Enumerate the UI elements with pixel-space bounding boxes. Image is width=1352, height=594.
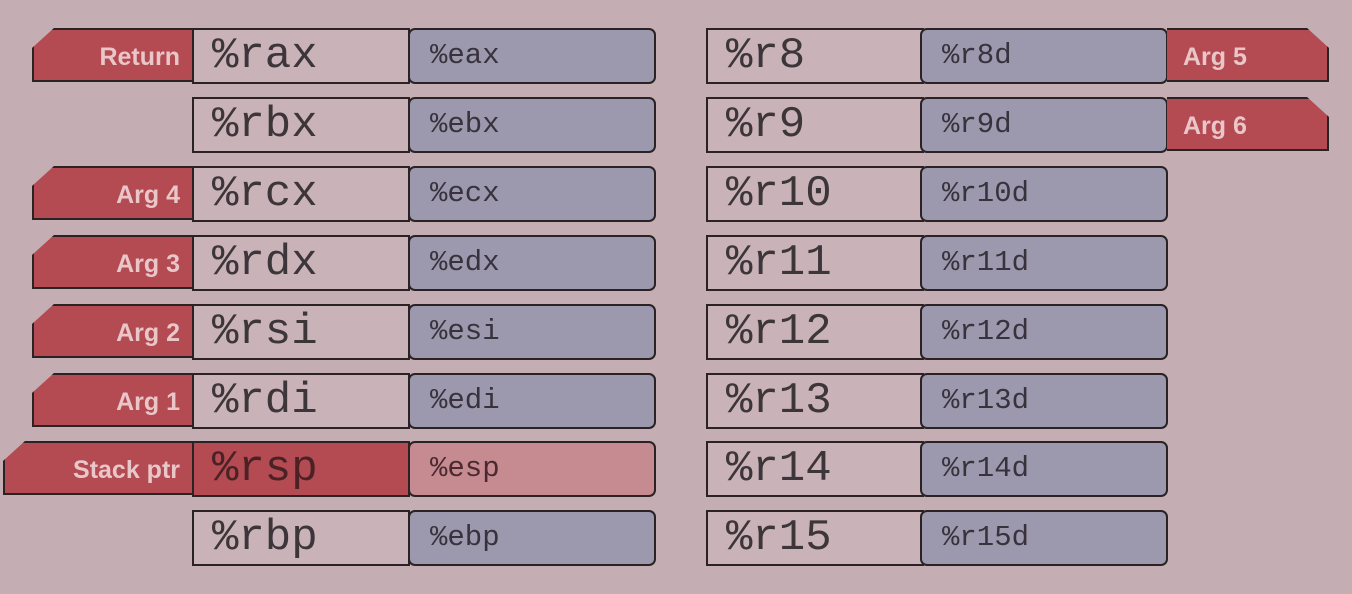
role-tag-arg6: Arg 6: [1167, 97, 1329, 151]
register-32-r11d: %r11d: [920, 235, 1168, 291]
register-row-r13: %r13 %r13d: [0, 373, 1340, 429]
register-64-r11: %r11: [706, 235, 924, 291]
register-row-r11: %r11 %r11d: [0, 235, 1340, 291]
register-64-r12: %r12: [706, 304, 924, 360]
register-diagram: Return %rax %eax %rbx %ebx Arg 4 %rcx %e…: [0, 0, 1352, 594]
register-row-r15: %r15 %r15d: [0, 510, 1340, 566]
register-64-r10: %r10: [706, 166, 924, 222]
role-tag-arg5: Arg 5: [1167, 28, 1329, 82]
register-64-r15: %r15: [706, 510, 924, 566]
register-64-r8: %r8: [706, 28, 924, 84]
register-32-r14d: %r14d: [920, 441, 1168, 497]
register-32-r8d: %r8d: [920, 28, 1168, 84]
register-64-r14: %r14: [706, 441, 924, 497]
register-32-r15d: %r15d: [920, 510, 1168, 566]
register-32-r12d: %r12d: [920, 304, 1168, 360]
register-64-r9: %r9: [706, 97, 924, 153]
register-32-r13d: %r13d: [920, 373, 1168, 429]
register-row-r8: %r8 %r8d Arg 5: [0, 28, 1340, 84]
register-row-r14: %r14 %r14d: [0, 441, 1340, 497]
register-32-r10d: %r10d: [920, 166, 1168, 222]
register-row-r9: %r9 %r9d Arg 6: [0, 97, 1340, 153]
register-row-r12: %r12 %r12d: [0, 304, 1340, 360]
register-64-r13: %r13: [706, 373, 924, 429]
register-row-r10: %r10 %r10d: [0, 166, 1340, 222]
register-32-r9d: %r9d: [920, 97, 1168, 153]
